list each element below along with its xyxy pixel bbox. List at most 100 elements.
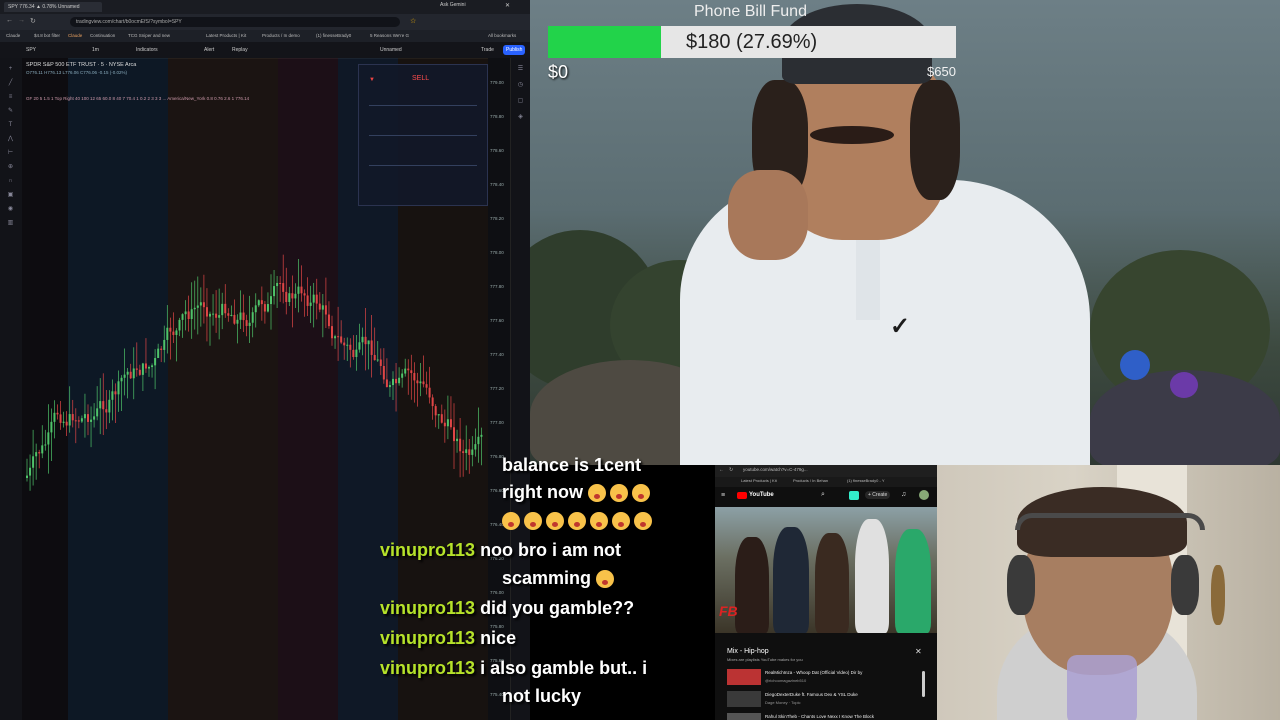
candle-body: [248, 322, 251, 326]
playlist-item-title[interactable]: RealMichInza - Whoop Dat (Official Video…: [765, 670, 862, 675]
bookmark-item[interactable]: (1) finesseBrady0 - Y: [847, 478, 885, 483]
candle-body: [83, 414, 86, 419]
playlist-item[interactable]: Rahul SkinTheb - Chants Love Nexx I Know…: [727, 713, 927, 720]
create-button[interactable]: + Create: [865, 491, 891, 499]
emote-icon: [502, 512, 520, 531]
playlist-thumbnail[interactable]: [727, 691, 761, 707]
bookmark-item[interactable]: TCG Sniper and new: [128, 31, 170, 41]
pattern-icon[interactable]: ⋀: [6, 136, 15, 142]
alerts-clock-icon[interactable]: ◷: [516, 82, 525, 88]
candle-body: [80, 418, 83, 422]
symbol-search[interactable]: SPY: [26, 45, 36, 55]
candle-body: [230, 314, 233, 316]
bookmark-item[interactable]: 5 Reasons We're G: [370, 31, 409, 41]
layout-name[interactable]: Unnamed: [380, 45, 402, 55]
bookmark-item[interactable]: $4.8 bot filter: [34, 31, 60, 41]
back-icon[interactable]: ←: [6, 17, 13, 24]
candle-body: [285, 291, 288, 303]
bookmark-item[interactable]: Claude: [6, 31, 20, 41]
forward-icon[interactable]: →: [18, 17, 25, 24]
trade-button[interactable]: Trade: [481, 45, 494, 55]
eye-icon[interactable]: ◉: [6, 206, 15, 212]
search-icon[interactable]: ⌕: [821, 491, 825, 499]
bookmark-item[interactable]: Products / In demo: [262, 31, 300, 41]
fib-icon[interactable]: ≡: [6, 94, 15, 100]
ask-gemini-button[interactable]: Ask Gemini: [440, 2, 466, 8]
chat-message: right now: [502, 482, 583, 502]
back-icon[interactable]: ←: [719, 467, 724, 473]
candle-body: [370, 340, 373, 355]
publish-button[interactable]: Publish: [503, 45, 526, 55]
chat-icon[interactable]: ▢: [516, 98, 525, 104]
trendline-icon[interactable]: ╱: [6, 80, 15, 86]
youtube-logo-icon[interactable]: [737, 492, 747, 499]
timeframe-selector[interactable]: 1m: [92, 45, 99, 55]
candle-body: [196, 305, 199, 308]
close-playlist-icon[interactable]: ✕: [915, 647, 922, 656]
chat-username[interactable]: vinupro113: [380, 628, 475, 648]
indicators-button[interactable]: Indicators: [136, 45, 158, 55]
magnet-icon[interactable]: ∩: [6, 178, 15, 184]
playlist-item-title[interactable]: Rahul SkinTheb - Chants Love Nexx I Know…: [765, 714, 874, 719]
avatar[interactable]: [919, 490, 929, 500]
price-axis-label: 777.80: [490, 284, 504, 289]
url-field[interactable]: tradingview.com/chart/b0ocmEfS/?symbol=S…: [70, 17, 400, 27]
voice-search-icon[interactable]: [849, 491, 859, 500]
playlist-thumbnail[interactable]: [727, 669, 761, 685]
candle-body: [434, 406, 437, 416]
emote-icon: [588, 484, 606, 503]
candle-body: [392, 378, 394, 386]
playlist-item-title[interactable]: DiegoDexterDuke ft. Famous Dex & YSL Duk…: [765, 692, 858, 697]
browser-tab-spy[interactable]: SPY 776.34 ▲ 0.78% Unnamed: [4, 2, 102, 12]
price-axis[interactable]: 779.00 778.80 778.60 778.40 778.20 778.00 777.…: [488, 58, 510, 720]
emote-icon: [590, 512, 608, 531]
chat-line: vinupro113 nice: [380, 628, 516, 649]
chat-username[interactable]: vinupro113: [380, 540, 475, 560]
notifications-icon[interactable]: ♫: [901, 491, 906, 498]
candle-body: [132, 368, 135, 379]
chat-message: balance is 1cent: [502, 455, 642, 475]
playlist-scrollbar[interactable]: [922, 671, 925, 697]
bookmark-item[interactable]: Latest Products | Kit: [206, 31, 246, 41]
zoom-icon[interactable]: ⊕: [6, 164, 15, 170]
chat-username[interactable]: vinupro113: [380, 598, 475, 618]
video-player[interactable]: FB: [715, 507, 937, 633]
trash-icon[interactable]: ▥: [6, 220, 15, 226]
candle-body: [29, 467, 32, 476]
candle-body: [190, 309, 193, 319]
measure-icon[interactable]: ⊢: [6, 150, 15, 156]
lock-icon[interactable]: ▣: [6, 192, 15, 198]
candle-body: [321, 305, 324, 310]
youtube-logo-text[interactable]: YouTube: [749, 492, 774, 498]
alert-button[interactable]: Alert: [204, 45, 214, 55]
all-bookmarks[interactable]: All bookmarks: [488, 31, 516, 41]
drinking-cup: [1067, 655, 1137, 720]
bookmark-item[interactable]: (1) finesseBrady0: [316, 31, 351, 41]
bookmark-item[interactable]: Latest Products | Kit: [741, 478, 777, 483]
watchlist-icon[interactable]: ☰: [516, 66, 525, 72]
candle-body: [221, 303, 224, 316]
sell-signal-label[interactable]: SELL: [412, 75, 429, 82]
reload-icon[interactable]: ↻: [729, 467, 733, 473]
candle-body: [148, 367, 150, 369]
playlist-item[interactable]: DiegoDexterDuke ft. Famous Dex & YSL Duk…: [727, 691, 927, 707]
brush-icon[interactable]: ✎: [6, 108, 15, 114]
bookmark-item[interactable]: Continuation: [90, 31, 115, 41]
candle-body: [468, 449, 471, 455]
chat-username[interactable]: vinupro113: [380, 658, 475, 678]
close-window-icon[interactable]: ✕: [505, 2, 510, 9]
candle-body: [373, 354, 376, 361]
menu-icon[interactable]: ≡: [721, 492, 725, 499]
replay-button[interactable]: Replay: [232, 45, 248, 55]
bookmark-item[interactable]: Products / In Behan: [793, 478, 828, 483]
playlist-item[interactable]: RealMichInza - Whoop Dat (Official Video…: [727, 669, 927, 685]
yt-url-field[interactable]: youtube.com/watch?v=C-479g...: [743, 467, 808, 472]
bookmark-item[interactable]: Claude: [68, 31, 82, 41]
text-icon[interactable]: T: [6, 122, 15, 128]
candle-body: [480, 434, 483, 437]
layers-icon[interactable]: ◈: [516, 114, 525, 120]
crosshair-icon[interactable]: +: [6, 66, 15, 72]
playlist-thumbnail[interactable]: [727, 713, 761, 720]
star-icon[interactable]: ☆: [410, 17, 416, 25]
reload-icon[interactable]: ↻: [30, 17, 36, 25]
